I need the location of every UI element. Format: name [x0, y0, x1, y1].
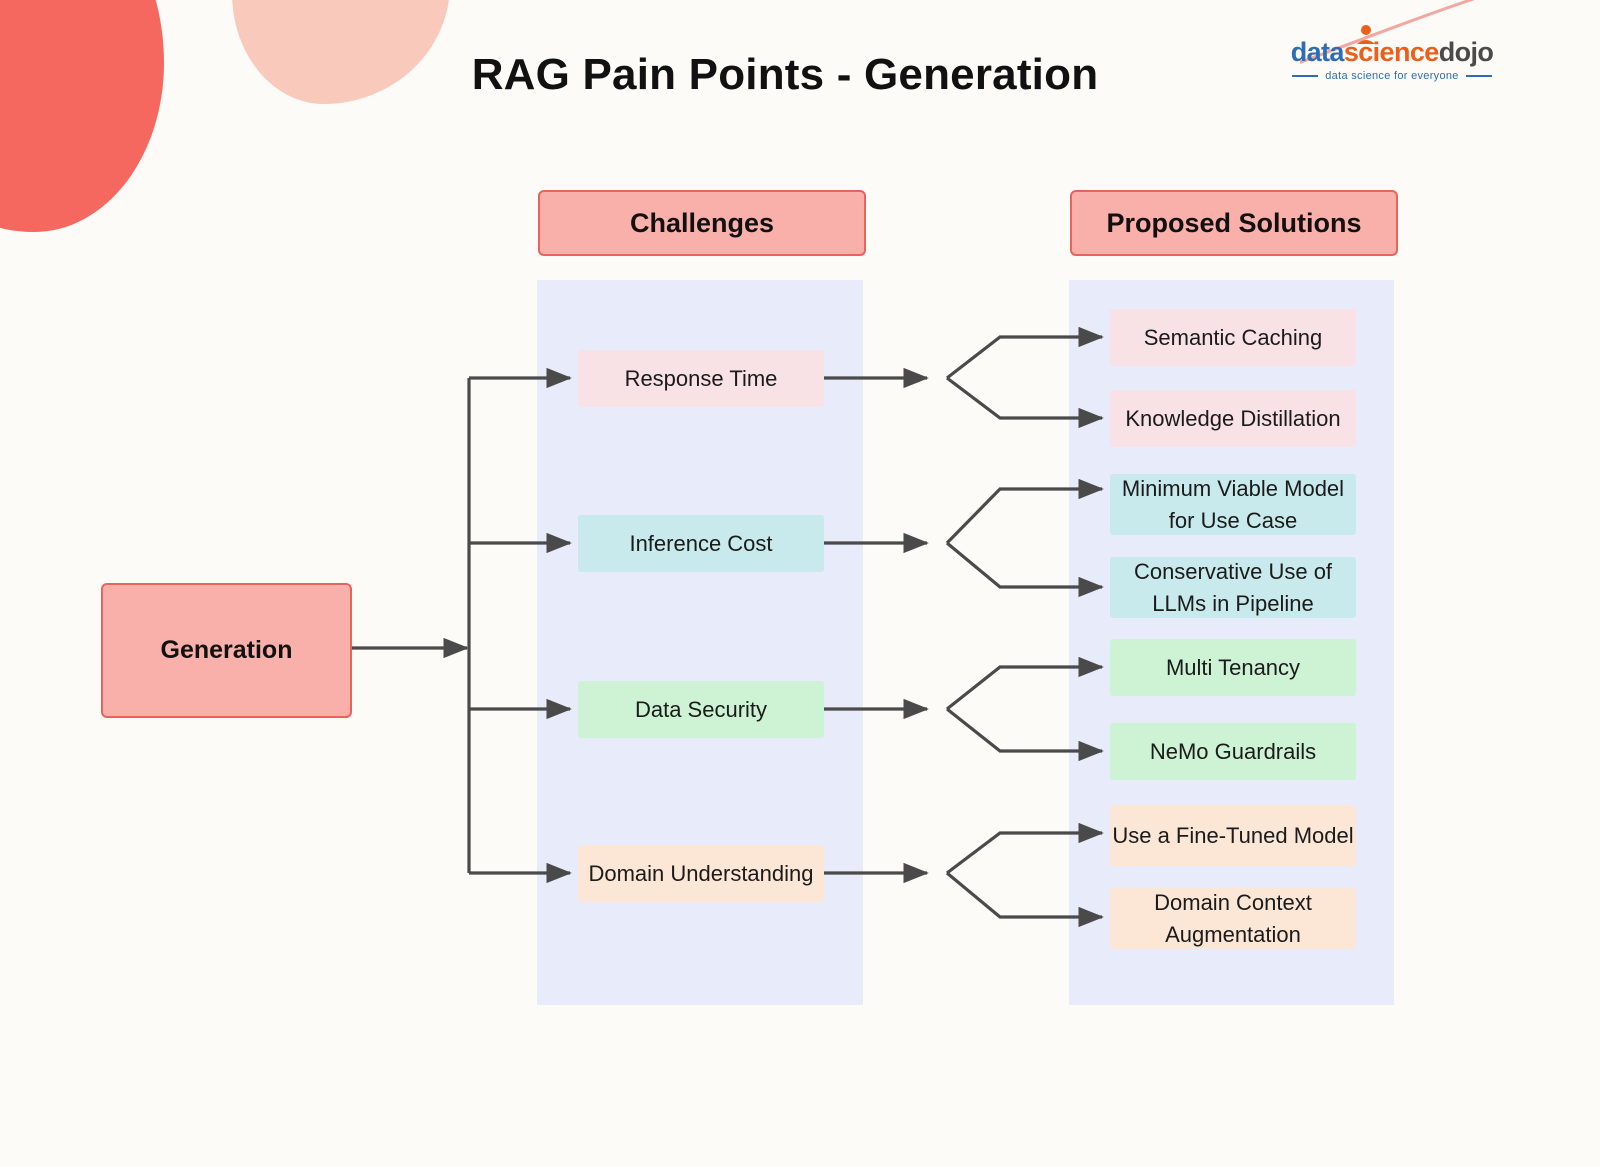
slide-canvas: datasciencedojo data science for everyon… [0, 0, 1600, 1167]
node-inference-cost[interactable]: Inference Cost [578, 515, 824, 572]
node-minimum-viable-model[interactable]: Minimum Viable Model for Use Case [1110, 474, 1356, 535]
node-conservative-llm-use[interactable]: Conservative Use of LLMs in Pipeline [1110, 557, 1356, 618]
challenges-header: Challenges [538, 190, 866, 256]
node-domain-context-augmentation[interactable]: Domain Context Augmentation [1110, 888, 1356, 949]
node-knowledge-distillation[interactable]: Knowledge Distillation [1110, 390, 1356, 447]
node-semantic-caching[interactable]: Semantic Caching [1110, 309, 1356, 366]
solutions-header: Proposed Solutions [1070, 190, 1398, 256]
decor-blob-coral [0, 0, 164, 232]
node-fine-tuned-model[interactable]: Use a Fine-Tuned Model [1110, 805, 1356, 866]
node-multi-tenancy[interactable]: Multi Tenancy [1110, 639, 1356, 696]
logo-figure-icon [1357, 25, 1375, 44]
node-data-security[interactable]: Data Security [578, 681, 824, 738]
page-title: RAG Pain Points - Generation [471, 50, 1099, 99]
node-domain-understanding[interactable]: Domain Understanding [578, 845, 824, 902]
node-response-time[interactable]: Response Time [578, 350, 824, 407]
node-nemo-guardrails[interactable]: NeMo Guardrails [1110, 723, 1356, 780]
node-generation[interactable]: Generation [101, 583, 352, 718]
